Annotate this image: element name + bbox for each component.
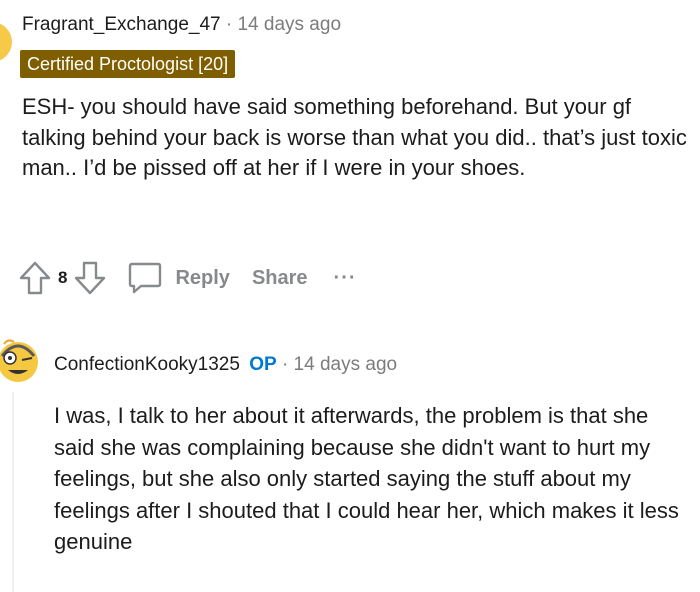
comment-icon xyxy=(127,261,163,295)
comment-header: Fragrant_Exchange_47 · 14 days ago xyxy=(22,14,341,36)
op-badge: OP xyxy=(249,354,277,375)
separator-dot: · xyxy=(281,354,289,375)
reply-button[interactable]: Reply xyxy=(127,261,230,295)
comment-body: ESH- you should have said something befo… xyxy=(22,94,687,180)
comment-username[interactable]: Fragrant_Exchange_47 xyxy=(22,14,221,35)
avatar[interactable] xyxy=(0,330,42,390)
separator-dot: · xyxy=(225,14,233,35)
thread-line[interactable] xyxy=(12,392,14,592)
reply-body: I was, I talk to her about it afterwards… xyxy=(54,403,679,554)
upvote-icon[interactable] xyxy=(18,260,52,296)
reply-timestamp[interactable]: 14 days ago xyxy=(294,354,398,375)
comment-timestamp[interactable]: 14 days ago xyxy=(237,14,341,35)
reply-header: ConfectionKooky1325 OP · 14 days ago xyxy=(54,354,397,376)
more-icon[interactable]: ··· xyxy=(334,267,357,290)
comment-action-bar: 8 Reply Share ··· xyxy=(18,258,357,298)
downvote-icon[interactable] xyxy=(73,260,107,296)
vote-count: 8 xyxy=(58,268,68,287)
reply-label: Reply xyxy=(175,266,230,289)
avatar[interactable] xyxy=(0,22,12,62)
share-button[interactable]: Share xyxy=(252,267,308,290)
user-flair: Certified Proctologist [20] xyxy=(20,50,236,78)
reply-username[interactable]: ConfectionKooky1325 xyxy=(54,354,240,375)
